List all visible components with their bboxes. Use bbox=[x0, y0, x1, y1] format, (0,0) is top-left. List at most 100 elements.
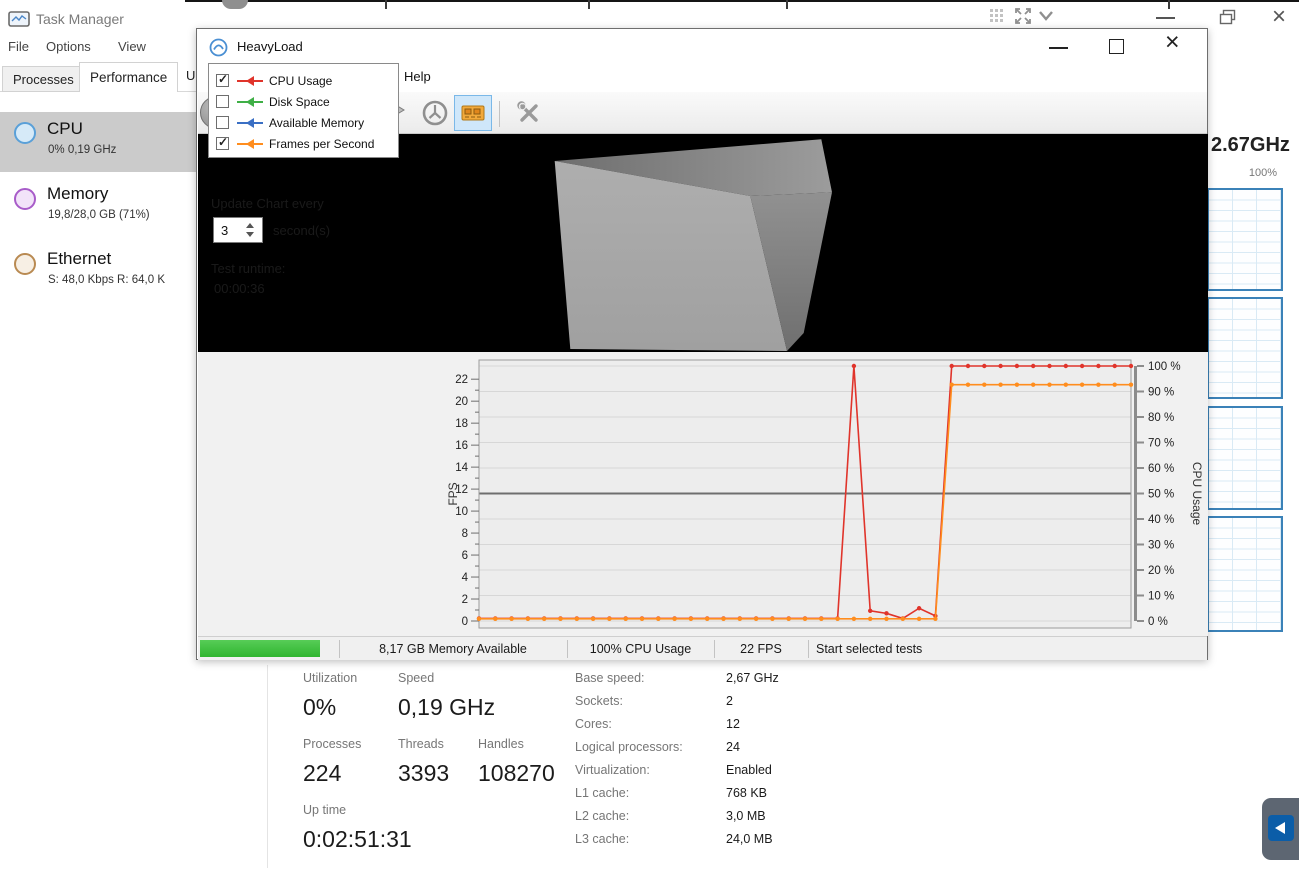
spec-value: 768 KB bbox=[726, 786, 768, 800]
close-button[interactable]: × bbox=[1165, 28, 1180, 57]
spec-label: Logical processors: bbox=[575, 740, 683, 754]
settings-button[interactable] bbox=[510, 95, 548, 131]
handles-label: Handles bbox=[478, 737, 524, 751]
stepper-up-icon[interactable] bbox=[246, 223, 254, 228]
svg-text:6: 6 bbox=[462, 550, 468, 562]
update-interval-stepper[interactable]: 3 bbox=[213, 217, 263, 243]
remote-access-tray-icon[interactable] bbox=[1262, 798, 1299, 860]
spec-label: Sockets: bbox=[575, 694, 623, 708]
uptime-value: 0:02:51:31 bbox=[303, 826, 412, 852]
legend-label: CPU Usage bbox=[269, 73, 333, 88]
svg-text:10 %: 10 % bbox=[1148, 591, 1174, 603]
disk-space-checkbox[interactable] bbox=[216, 95, 229, 108]
svg-text:16: 16 bbox=[455, 440, 468, 452]
performance-chart: 0246810121416182022FPS0 %10 %20 %30 %40 … bbox=[446, 359, 1204, 629]
cpu-usage-checkbox[interactable]: ✓ bbox=[216, 72, 229, 87]
disk-space-marker-icon bbox=[237, 96, 263, 107]
svg-text:2: 2 bbox=[462, 594, 468, 606]
spec-label: Virtualization: bbox=[575, 763, 650, 777]
render-cube bbox=[554, 139, 832, 351]
spec-label: L2 cache: bbox=[575, 809, 630, 823]
heavyload-window: HeavyLoad × File Test Options Tools Help bbox=[196, 28, 1208, 660]
available-memory-checkbox[interactable] bbox=[216, 116, 229, 129]
menu-file[interactable]: File bbox=[8, 39, 29, 54]
top-tab-notch bbox=[222, 0, 248, 9]
menu-view[interactable]: View bbox=[118, 39, 146, 54]
available-memory-marker-icon bbox=[237, 117, 263, 128]
speed-label: Speed bbox=[398, 671, 435, 685]
tab-performance[interactable]: Performance bbox=[79, 62, 179, 92]
legend-row-cpu-usage: ✓ CPU Usage bbox=[209, 70, 332, 91]
minimize-button[interactable] bbox=[1156, 17, 1175, 19]
core-graph bbox=[1207, 297, 1283, 399]
processes-label: Processes bbox=[303, 737, 362, 751]
sidebar-item-cpu[interactable]: CPU 0% 0,19 GHz bbox=[0, 112, 196, 172]
stress-gpu-toggle[interactable] bbox=[454, 95, 492, 131]
cpu-graph-thumb-icon bbox=[14, 122, 36, 144]
minimize-button[interactable] bbox=[1049, 47, 1068, 49]
grid-view-icon[interactable] bbox=[988, 7, 1008, 27]
svg-text:20 %: 20 % bbox=[1148, 565, 1174, 577]
legend-row-frames-per-second: ✓ Frames per Second bbox=[209, 133, 374, 154]
core-graph bbox=[1207, 516, 1283, 632]
gpu-render-viewport bbox=[198, 134, 1208, 352]
sidebar-memory-stats: 19,8/28,0 GB (71%) bbox=[48, 209, 150, 221]
spec-label: L3 cache: bbox=[575, 832, 630, 846]
tab-processes[interactable]: Processes bbox=[2, 66, 85, 92]
threads-value: 3393 bbox=[398, 760, 450, 786]
spec-value: 24,0 MB bbox=[726, 832, 773, 846]
top-separator bbox=[385, 0, 387, 9]
update-interval-value: 3 bbox=[221, 223, 229, 238]
sidebar-ethernet-stats: S: 48,0 Kbps R: 64,0 K bbox=[48, 274, 165, 286]
window-title: HeavyLoad bbox=[237, 39, 303, 54]
restore-button[interactable] bbox=[1219, 9, 1236, 26]
sidebar-ethernet-label: Ethernet bbox=[47, 249, 112, 268]
legend-row-available-memory: Available Memory bbox=[209, 112, 364, 133]
screen: Task Manager × File Options View Process… bbox=[0, 0, 1299, 873]
svg-text:CPU Usage: CPU Usage bbox=[1190, 462, 1204, 526]
status-bar: 8,17 GB Memory Available 100% CPU Usage … bbox=[198, 636, 1207, 660]
utilization-value: 0% bbox=[303, 694, 337, 720]
status-fps: 22 FPS bbox=[740, 642, 782, 656]
cpu-usage-marker-icon bbox=[237, 75, 263, 86]
utilization-label: Utilization bbox=[303, 671, 358, 685]
heavyload-app-icon bbox=[209, 38, 228, 57]
svg-text:0: 0 bbox=[462, 616, 468, 628]
sidebar-item-ethernet[interactable]: Ethernet S: 48,0 Kbps R: 64,0 K bbox=[0, 243, 196, 303]
maximize-button[interactable] bbox=[1109, 39, 1124, 54]
spec-label: L1 cache: bbox=[575, 786, 630, 800]
status-test-state: Start selected tests bbox=[816, 642, 923, 656]
graph-scale-label: 100% bbox=[1248, 167, 1277, 179]
legend-label: Frames per Second bbox=[269, 136, 375, 151]
svg-text:8: 8 bbox=[462, 528, 468, 540]
toolbar-separator bbox=[499, 101, 500, 127]
update-interval-unit: second(s) bbox=[273, 223, 331, 238]
svg-text:14: 14 bbox=[455, 462, 468, 474]
cpu-frequency-label: 2.67GHz bbox=[1211, 134, 1290, 156]
core-graph bbox=[1207, 188, 1283, 291]
tab-users-partial[interactable]: U bbox=[186, 68, 195, 83]
remote-access-icon-badge bbox=[1268, 815, 1294, 841]
memory-graph-thumb-icon bbox=[14, 188, 36, 210]
frames-per-second-checkbox[interactable]: ✓ bbox=[216, 135, 229, 150]
sidebar-item-memory[interactable]: Memory 19,8/28,0 GB (71%) bbox=[0, 178, 196, 238]
top-edge-line bbox=[185, 0, 1299, 2]
menu-options[interactable]: Options bbox=[46, 39, 91, 54]
menu-help[interactable]: Help bbox=[404, 69, 431, 84]
sidebar-cpu-stats: 0% 0,19 GHz bbox=[48, 144, 117, 156]
test-duration-toggle[interactable] bbox=[416, 95, 454, 131]
svg-text:100 %: 100 % bbox=[1148, 361, 1181, 373]
stepper-down-icon[interactable] bbox=[246, 232, 254, 237]
close-button[interactable]: × bbox=[1272, 3, 1286, 31]
clock-icon bbox=[422, 100, 448, 126]
frames-per-second-marker-icon bbox=[237, 138, 263, 149]
legend-label: Available Memory bbox=[269, 115, 365, 130]
top-separator bbox=[1168, 0, 1170, 9]
svg-text:80 %: 80 % bbox=[1148, 412, 1174, 424]
expand-icon[interactable] bbox=[1013, 6, 1033, 26]
spec-value: 2 bbox=[726, 694, 733, 708]
left-arrow-icon bbox=[1275, 822, 1285, 834]
svg-text:FPS: FPS bbox=[446, 482, 460, 505]
legend-label: Disk Space bbox=[269, 94, 330, 109]
chevron-down-icon[interactable] bbox=[1036, 8, 1056, 24]
